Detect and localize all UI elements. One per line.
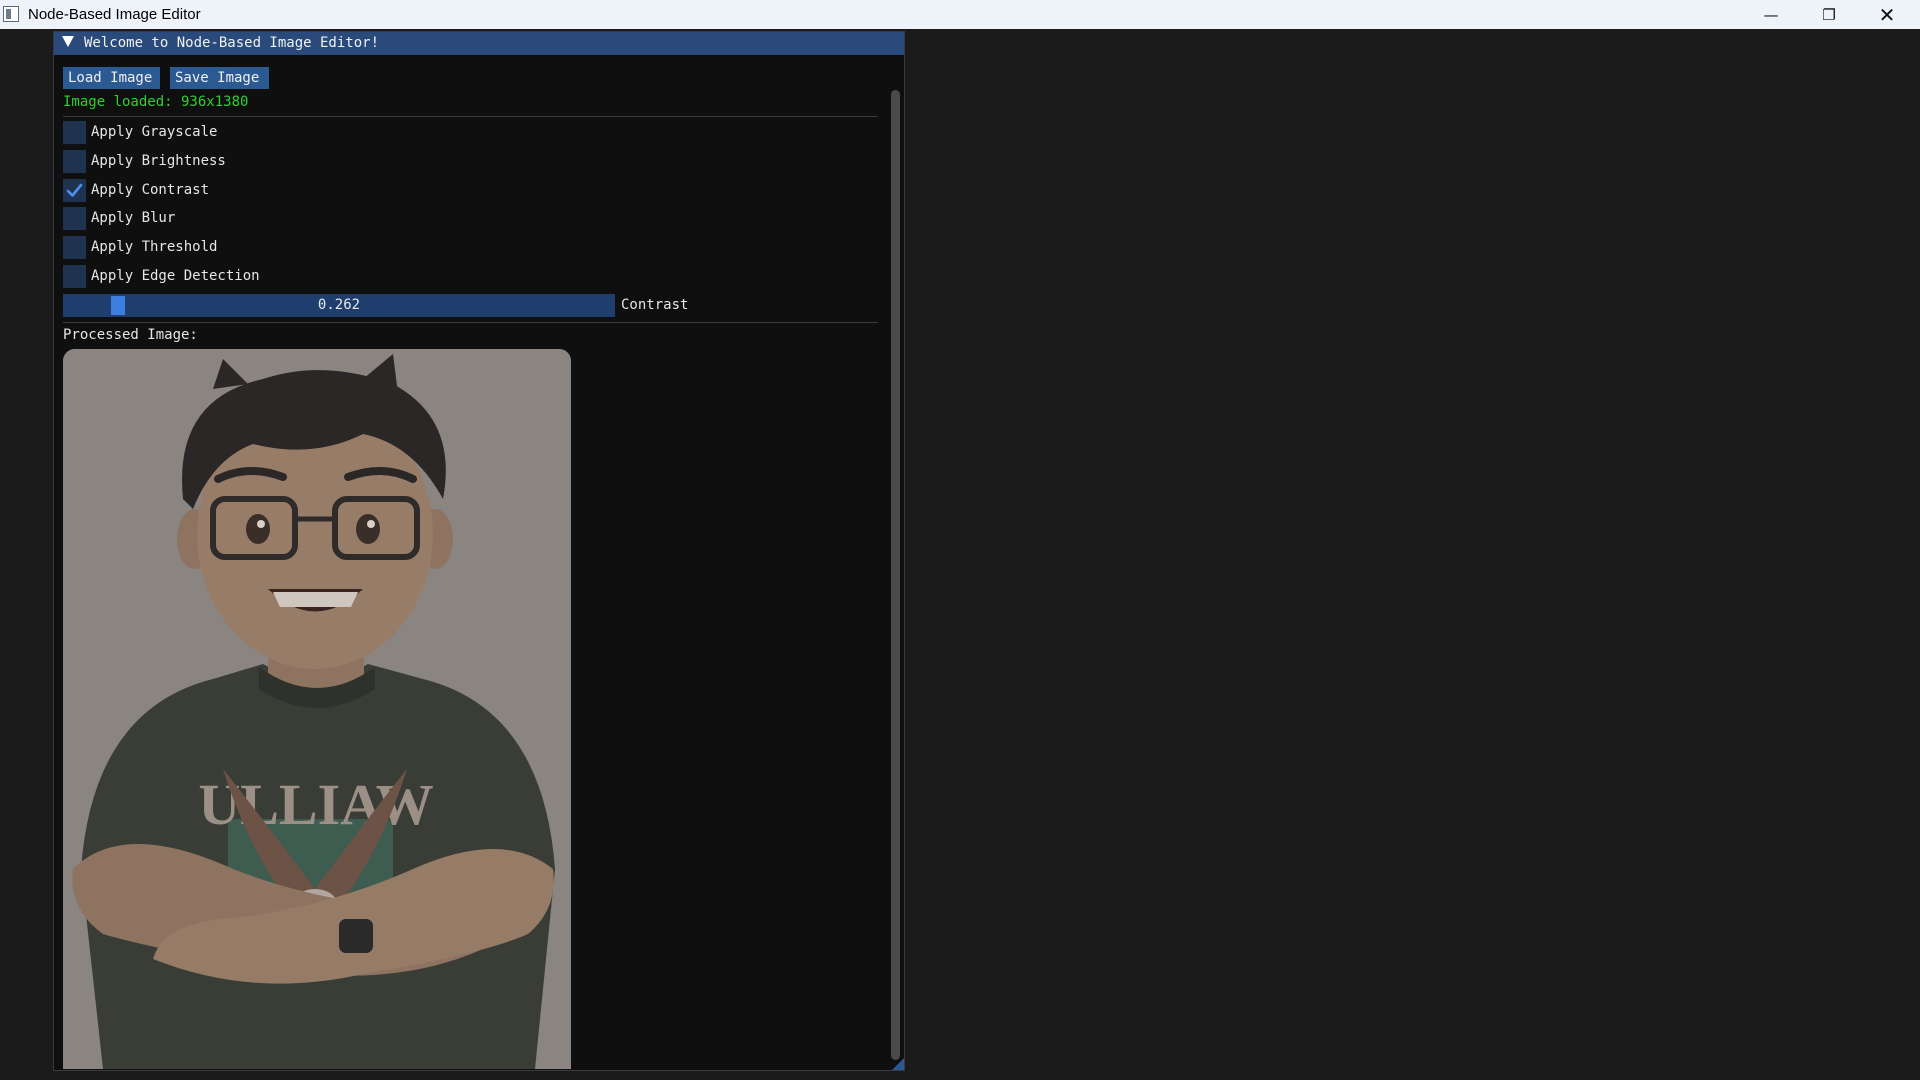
collapse-arrow-icon[interactable] [62,36,74,47]
editor-panel: Welcome to Node-Based Image Editor! Load… [53,31,905,1071]
minimize-icon: — [1763,5,1779,24]
processed-image-label: Processed Image: [63,327,198,343]
checkbox-label: Apply Grayscale [91,124,218,140]
checkbox-label: Apply Blur [91,210,176,226]
cartoon-portrait-image: ULLIAW [63,349,571,1069]
checkbox-box[interactable] [63,150,86,173]
minimize-button[interactable]: — [1742,0,1800,29]
checkbox-label: Apply Threshold [91,239,218,255]
separator [63,116,878,117]
slider-value: 0.262 [317,297,361,313]
close-icon: ✕ [1878,2,1896,27]
load-image-button[interactable]: Load Image [63,67,160,89]
save-image-button[interactable]: Save Image [170,67,269,89]
processed-image: ULLIAW [63,349,571,1069]
separator [63,322,878,323]
maximize-button[interactable]: ❐ [1800,0,1858,29]
checkbox-label: Apply Brightness [91,153,226,169]
window-titlebar: Node-Based Image Editor — ❐ ✕ [0,0,1920,29]
checkbox-box[interactable] [63,121,86,144]
app-icon [3,6,19,22]
checkbox-box[interactable] [63,236,86,259]
close-button[interactable]: ✕ [1858,0,1916,29]
checkbox-label: Apply Edge Detection [91,268,260,284]
checkbox-box[interactable] [63,207,86,230]
status-text: Image loaded: 936x1380 [63,94,249,110]
checkbox-label: Apply Contrast [91,182,210,198]
checkbox-box[interactable] [63,265,86,288]
panel-title: Welcome to Node-Based Image Editor! [84,35,380,51]
panel-header[interactable]: Welcome to Node-Based Image Editor! [54,32,904,55]
scrollbar-thumb[interactable] [891,90,900,1060]
vertical-scrollbar[interactable] [888,58,904,1068]
restore-icon: ❐ [1822,5,1836,24]
slider-label: Contrast [621,297,689,313]
checkbox-box[interactable] [63,179,86,202]
window-title: Node-Based Image Editor [28,6,201,23]
resize-grip-icon[interactable] [892,1058,904,1070]
contrast-slider[interactable]: 0.262 [63,294,615,317]
checkmark-icon [66,183,83,197]
